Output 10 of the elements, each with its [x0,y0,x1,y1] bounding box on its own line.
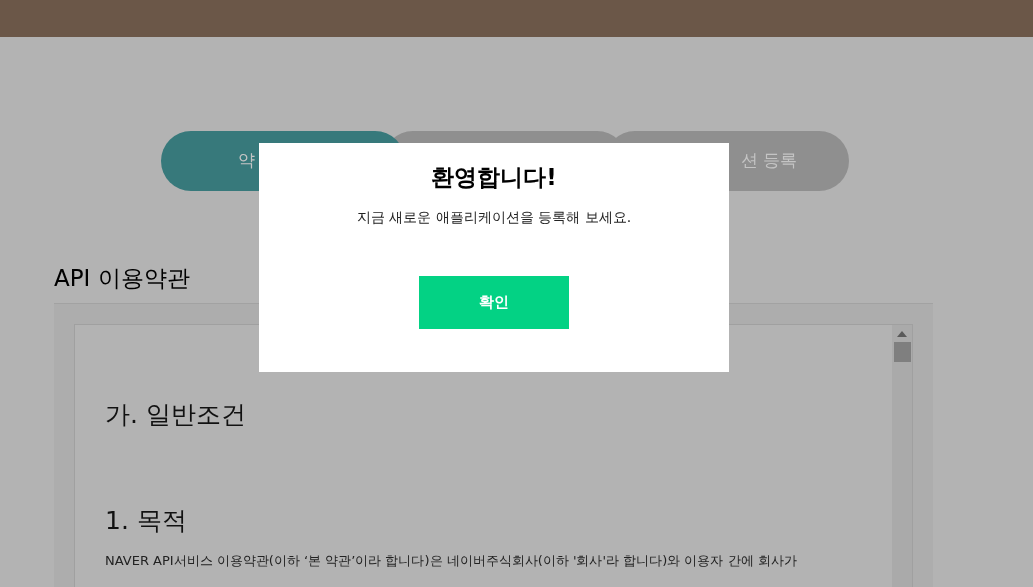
scroll-thumb[interactable] [893,342,911,362]
dialog-title: 환영합니다! [431,163,557,192]
scroll-up-icon[interactable] [897,331,907,337]
terms-heading: 가. 일반조건 [105,399,247,431]
section-title: API 이용약관 [54,264,190,293]
terms-subheading: 1. 목적 [105,505,188,537]
confirm-button[interactable]: 확인 [419,275,569,329]
dialog-message: 지금 새로운 애플리케이션을 등록해 보세요. [356,207,632,227]
terms-paragraph: NAVER API서비스 이용약관(이하 ‘본 약관’이라 합니다)은 네이버주식회사(이하 '회사'라 합니다)와 이용자 간에 회사가 [105,552,797,570]
scrollbar[interactable] [892,325,912,587]
